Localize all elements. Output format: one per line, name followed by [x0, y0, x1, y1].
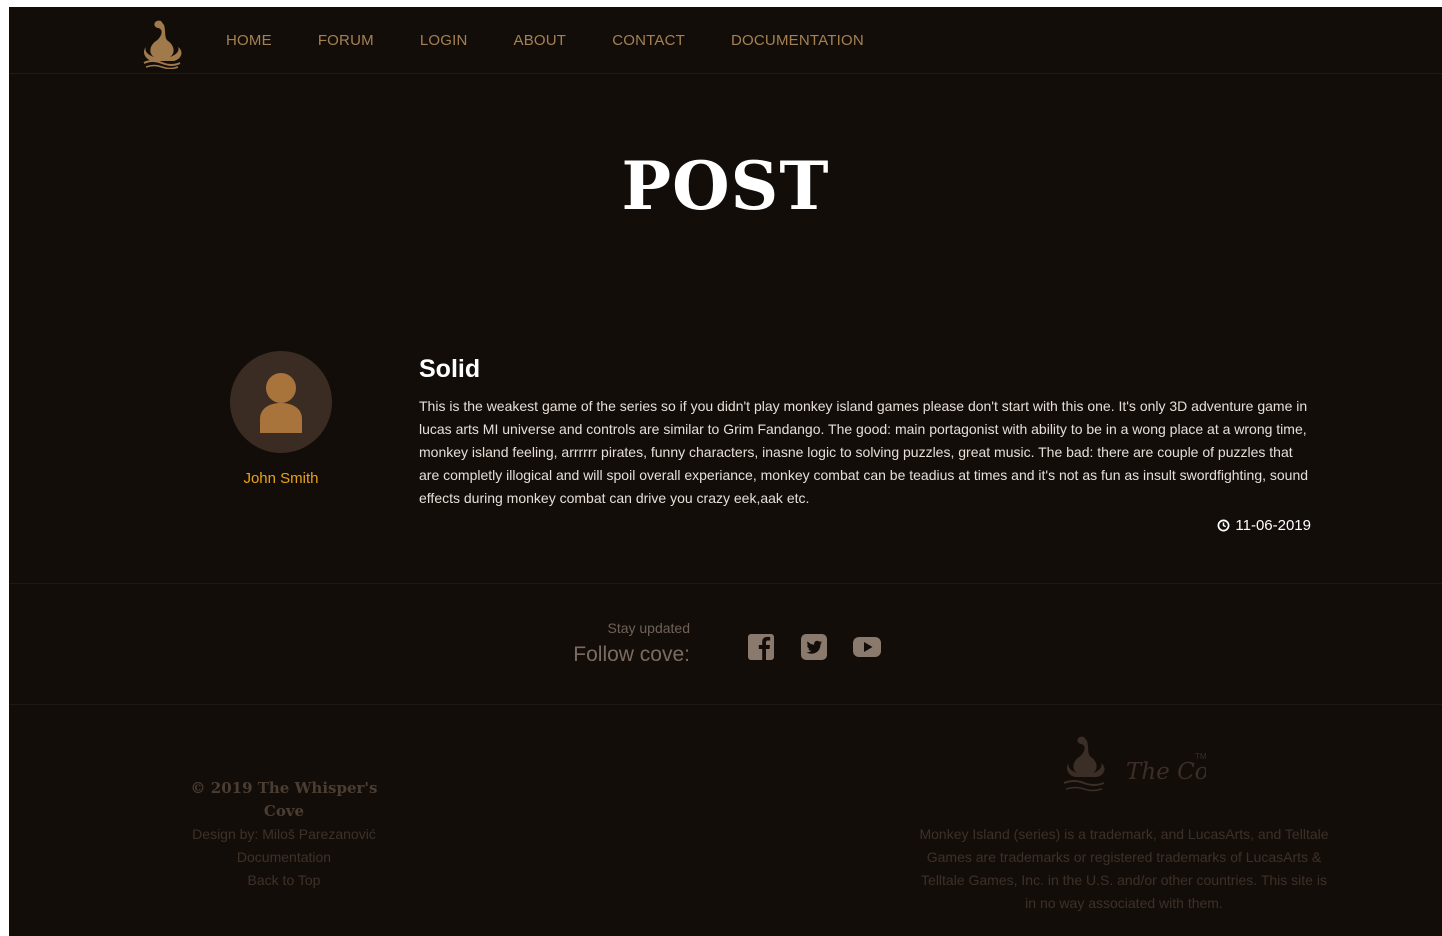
youtube-icon[interactable]	[852, 632, 882, 662]
page: HOME FORUM LOGIN ABOUT CONTACT DOCUMENTA…	[9, 7, 1442, 936]
follow-cove-label: Follow cove:	[573, 643, 690, 666]
author-name[interactable]: John Smith	[199, 470, 363, 487]
nav-forum[interactable]: FORUM	[318, 32, 374, 49]
social-section: Stay updated Follow cove:	[9, 583, 1442, 705]
copyright-text: © 2019 The Whisper's Cove	[190, 779, 378, 820]
nav-login[interactable]: LOGIN	[420, 32, 468, 49]
facebook-icon[interactable]	[746, 632, 776, 662]
trademark-disclaimer: Monkey Island (series) is a trademark, a…	[919, 826, 1329, 911]
logo-trademark: TM	[1195, 752, 1206, 761]
nav-about[interactable]: ABOUT	[514, 32, 567, 49]
nav-contact[interactable]: CONTACT	[612, 32, 685, 49]
stay-updated-label: Stay updated	[607, 620, 690, 636]
nav-documentation[interactable]: DOCUMENTATION	[731, 32, 864, 49]
back-to-top-link[interactable]: Back to Top	[179, 869, 389, 892]
social-icons	[746, 632, 905, 662]
post-date-text: 11-06-2019	[1235, 517, 1311, 534]
twitter-icon[interactable]	[799, 632, 829, 662]
avatar	[230, 351, 332, 453]
footer-documentation-link[interactable]: Documentation	[179, 846, 389, 869]
user-icon	[260, 373, 302, 433]
the-cove-logo-icon: The Cove TM	[1063, 736, 1206, 792]
top-navbar: HOME FORUM LOGIN ABOUT CONTACT DOCUMENTA…	[9, 7, 1442, 74]
post-body: This is the weakest game of the series s…	[419, 398, 1309, 506]
clock-icon	[1217, 519, 1230, 532]
nav-links: HOME FORUM LOGIN ABOUT CONTACT DOCUMENTA…	[226, 7, 910, 73]
post-date: 11-06-2019	[1217, 517, 1311, 534]
nav-home[interactable]: HOME	[226, 32, 272, 49]
kraken-logo-icon[interactable]	[134, 13, 190, 69]
post-title: Solid	[419, 355, 481, 383]
footer-info: © 2019 The Whisper's Cove Design by: Mil…	[179, 777, 389, 892]
page-title: POST	[621, 147, 830, 225]
designer-credit: Design by: Miloš Parezanović	[192, 826, 376, 842]
logo-text: The Cove	[1126, 759, 1206, 785]
